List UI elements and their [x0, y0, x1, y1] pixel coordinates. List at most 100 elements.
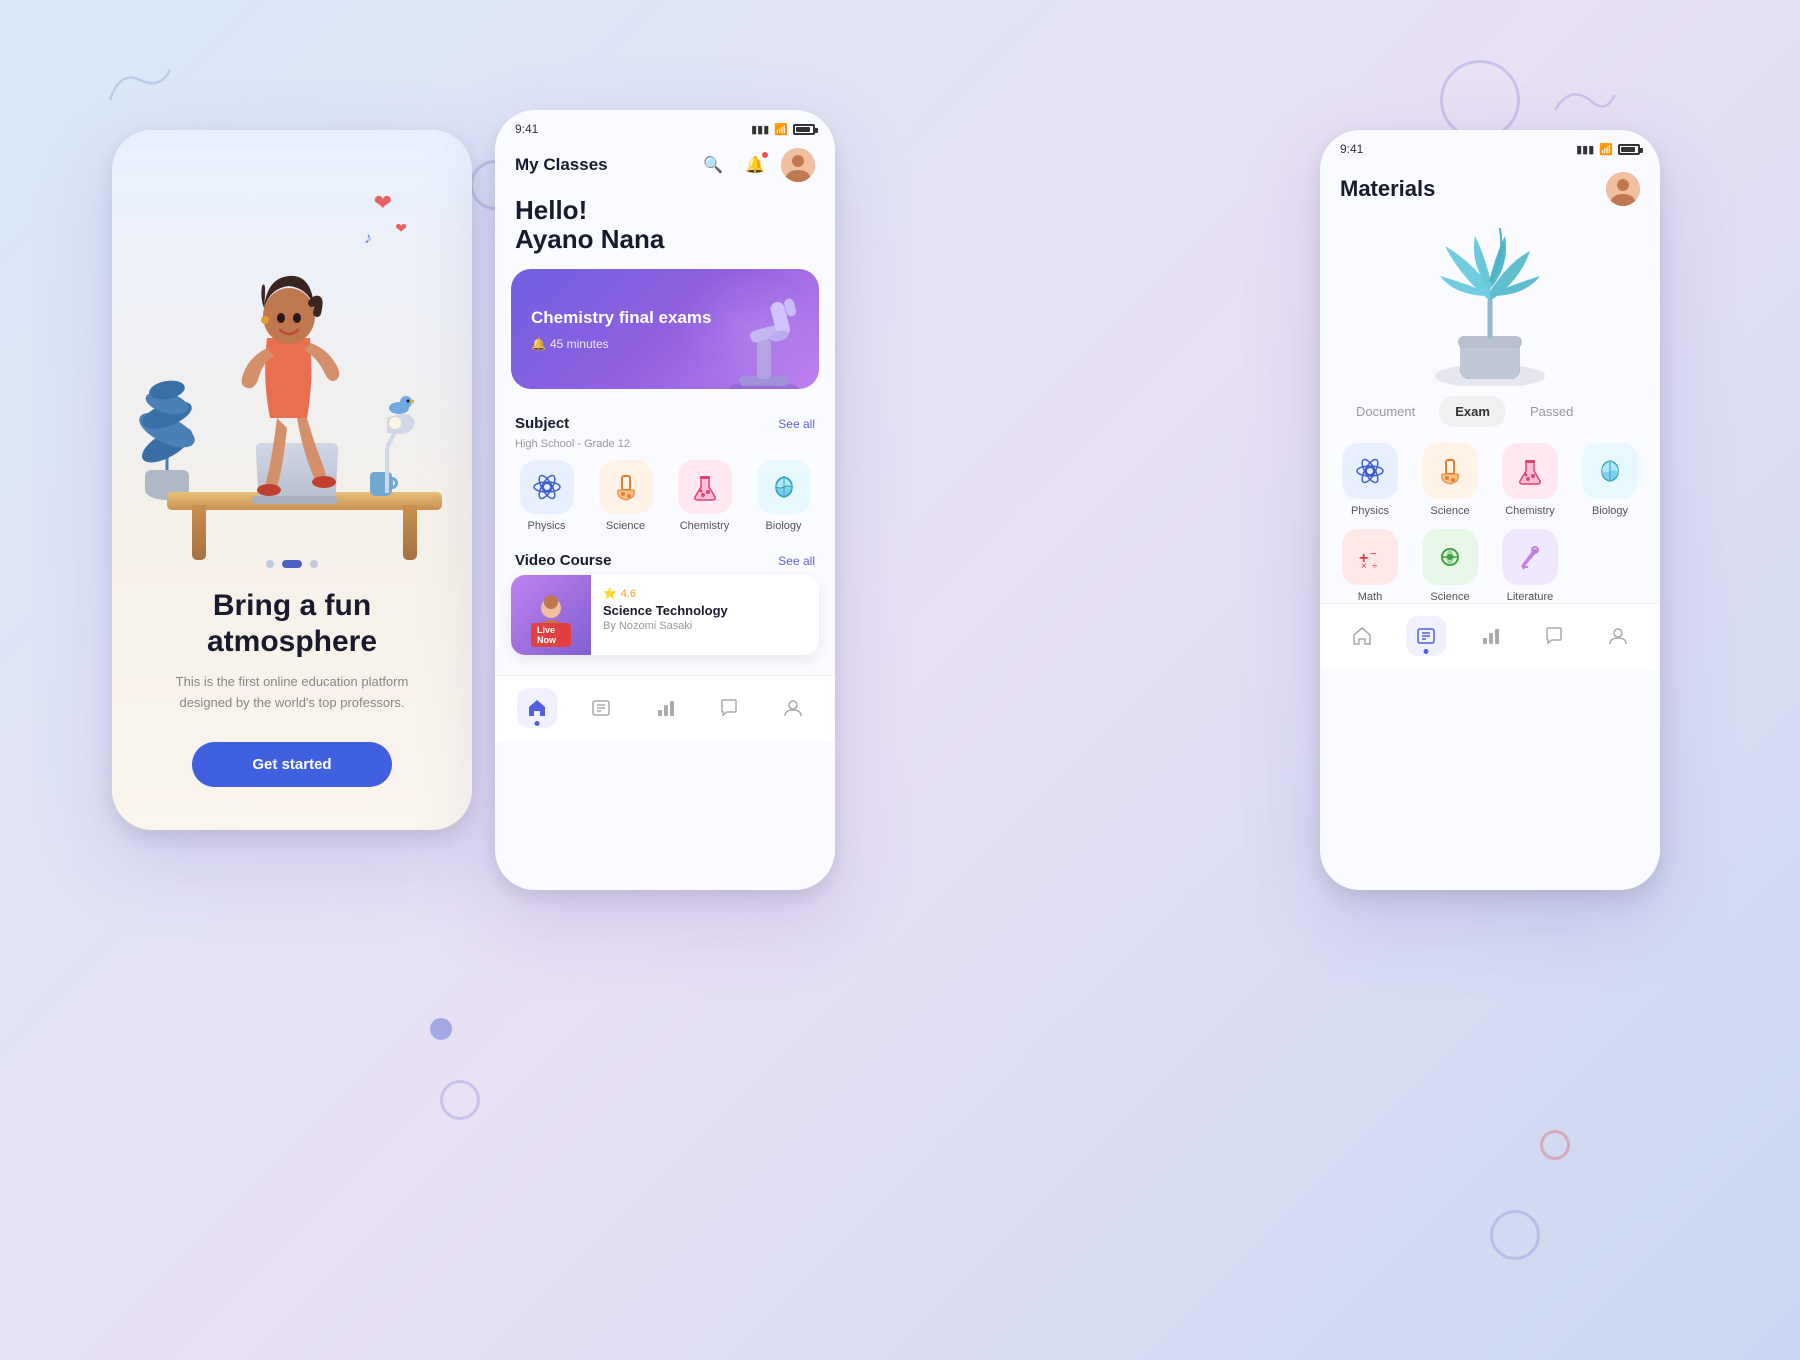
mat-biology[interactable]: Biology — [1576, 443, 1644, 517]
material-tabs: Document Exam Passed — [1320, 396, 1660, 427]
onboarding-subtitle: This is the first online education platf… — [112, 672, 472, 714]
subject-chemistry[interactable]: Chemistry — [669, 460, 740, 532]
materials-subjects-row2: + − × ÷ Math Science — [1320, 529, 1660, 603]
subject-science[interactable]: Science — [590, 460, 661, 532]
mat-math[interactable]: + − × ÷ Math — [1336, 529, 1404, 603]
notification-button[interactable]: 🔔 — [739, 149, 771, 181]
science-label: Science — [606, 520, 645, 532]
notification-badge — [761, 151, 769, 159]
chemistry-label: Chemistry — [680, 520, 730, 532]
nav-classes[interactable] — [581, 688, 621, 728]
exam-banner[interactable]: Chemistry final exams 🔔 45 minutes — [511, 269, 819, 389]
mat-literature[interactable]: Literature — [1496, 529, 1564, 603]
wifi-icon-3: 📶 — [1599, 143, 1613, 156]
video-author: By Nozomi Sasaki — [603, 620, 807, 632]
biology-label: Biology — [765, 520, 801, 532]
video-course-title: Science Technology — [603, 603, 807, 618]
onboarding-title: Bring a fun atmosphere — [112, 588, 472, 660]
svg-text:−: − — [1370, 548, 1376, 560]
materials-title: Materials — [1340, 176, 1435, 202]
nav-chat[interactable] — [709, 688, 749, 728]
exam-banner-title: Chemistry final exams — [531, 307, 799, 329]
mat-science-icon — [1422, 443, 1478, 499]
empty-slot — [1576, 529, 1644, 603]
mat-nav-chat[interactable] — [1534, 616, 1574, 656]
nav-home[interactable] — [517, 688, 557, 728]
tab-exam[interactable]: Exam — [1439, 396, 1506, 427]
live-badge: Live Now — [531, 623, 571, 647]
mat-biology-label: Biology — [1592, 505, 1628, 517]
mat-nav-profile[interactable] — [1598, 616, 1638, 656]
mat-science[interactable]: Science — [1416, 443, 1484, 517]
phone-materials: 9:41 ▮▮▮ 📶 Materials — [1320, 130, 1660, 890]
svg-text:÷: ÷ — [1372, 561, 1378, 571]
mat-literature-icon — [1502, 529, 1558, 585]
onboarding-content: ❤ ❤ ♪ Bring a fun atmosphere This is the… — [112, 130, 472, 830]
mat-physics-icon — [1342, 443, 1398, 499]
mat-math-icon: + − × ÷ — [1342, 529, 1398, 585]
tab-document[interactable]: Document — [1340, 396, 1431, 427]
nav-active-indicator — [535, 721, 540, 726]
bird-decoration — [384, 390, 414, 415]
dot-1[interactable] — [266, 560, 274, 568]
dot-3[interactable] — [310, 560, 318, 568]
phone-my-classes: 9:41 ▮▮▮ 📶 My Classes 🔍 🔔 — [495, 110, 835, 890]
search-button[interactable]: 🔍 — [697, 149, 729, 181]
mat-nav-home[interactable] — [1342, 616, 1382, 656]
mat-science2-icon — [1422, 529, 1478, 585]
materials-subjects-row1: Physics Science — [1320, 443, 1660, 517]
bottom-nav-2 — [495, 675, 835, 740]
greeting-hello: Hello! Ayano Nana — [515, 196, 815, 253]
header-icons-2: 🔍 🔔 — [697, 148, 815, 182]
status-time-3: 9:41 — [1340, 142, 1363, 156]
mat-chemistry-icon — [1502, 443, 1558, 499]
mat-nav-stats[interactable] — [1470, 616, 1510, 656]
dot-2[interactable] — [282, 560, 302, 568]
mat-physics[interactable]: Physics — [1336, 443, 1404, 517]
subjects-grid: Physics Science — [495, 460, 835, 532]
mat-science-2[interactable]: Science — [1416, 529, 1484, 603]
desk-leg-left — [192, 505, 206, 560]
signal-icon: ▮▮▮ — [751, 123, 769, 136]
mat-nav-classes[interactable] — [1406, 616, 1446, 656]
nav-stats[interactable] — [645, 688, 685, 728]
materials-plant-illustration — [1320, 216, 1660, 396]
mat-biology-icon — [1582, 443, 1638, 499]
chemistry-icon-wrap — [678, 460, 732, 514]
mat-chemistry[interactable]: Chemistry — [1496, 443, 1564, 517]
heart-decoration-1: ❤ — [374, 190, 392, 216]
subject-section-header: Subject See all — [495, 405, 835, 438]
tab-passed[interactable]: Passed — [1514, 396, 1589, 427]
desk-leg-right — [403, 505, 417, 560]
person-character — [232, 248, 352, 498]
microscope-illustration — [719, 294, 809, 389]
video-course-card[interactable]: Live Now ⭐ 4.6 Science Technology By Noz… — [511, 575, 819, 655]
subject-biology[interactable]: Biology — [748, 460, 819, 532]
video-section-header: Video Course See all — [495, 542, 835, 575]
video-see-all[interactable]: See all — [778, 554, 815, 568]
nav-profile[interactable] — [773, 688, 813, 728]
status-icons-3: ▮▮▮ 📶 — [1576, 143, 1640, 156]
subject-see-all[interactable]: See all — [778, 417, 815, 431]
biology-icon-wrap — [757, 460, 811, 514]
subject-physics[interactable]: Physics — [511, 460, 582, 532]
materials-header: Materials — [1320, 162, 1660, 216]
app-header-2: My Classes 🔍 🔔 — [495, 142, 835, 192]
battery-icon-3 — [1618, 144, 1640, 155]
mat-nav-active-indicator — [1424, 649, 1429, 654]
pagination-dots — [266, 560, 318, 568]
bell-icon-banner: 🔔 — [531, 337, 546, 351]
greeting-section: Hello! Ayano Nana — [495, 192, 835, 269]
get-started-button[interactable]: Get started — [192, 742, 391, 787]
subject-title: Subject — [515, 415, 569, 432]
status-bar-3: 9:41 ▮▮▮ 📶 — [1320, 130, 1660, 162]
mat-math-label: Math — [1358, 591, 1382, 603]
plant-decoration — [132, 355, 222, 505]
video-rating: ⭐ 4.6 — [603, 587, 807, 600]
star-icon: ⭐ — [603, 587, 617, 600]
mat-chemistry-label: Chemistry — [1505, 505, 1555, 517]
user-avatar-2[interactable] — [781, 148, 815, 182]
physics-label: Physics — [528, 520, 566, 532]
battery-icon — [793, 124, 815, 135]
user-avatar-3[interactable] — [1606, 172, 1640, 206]
